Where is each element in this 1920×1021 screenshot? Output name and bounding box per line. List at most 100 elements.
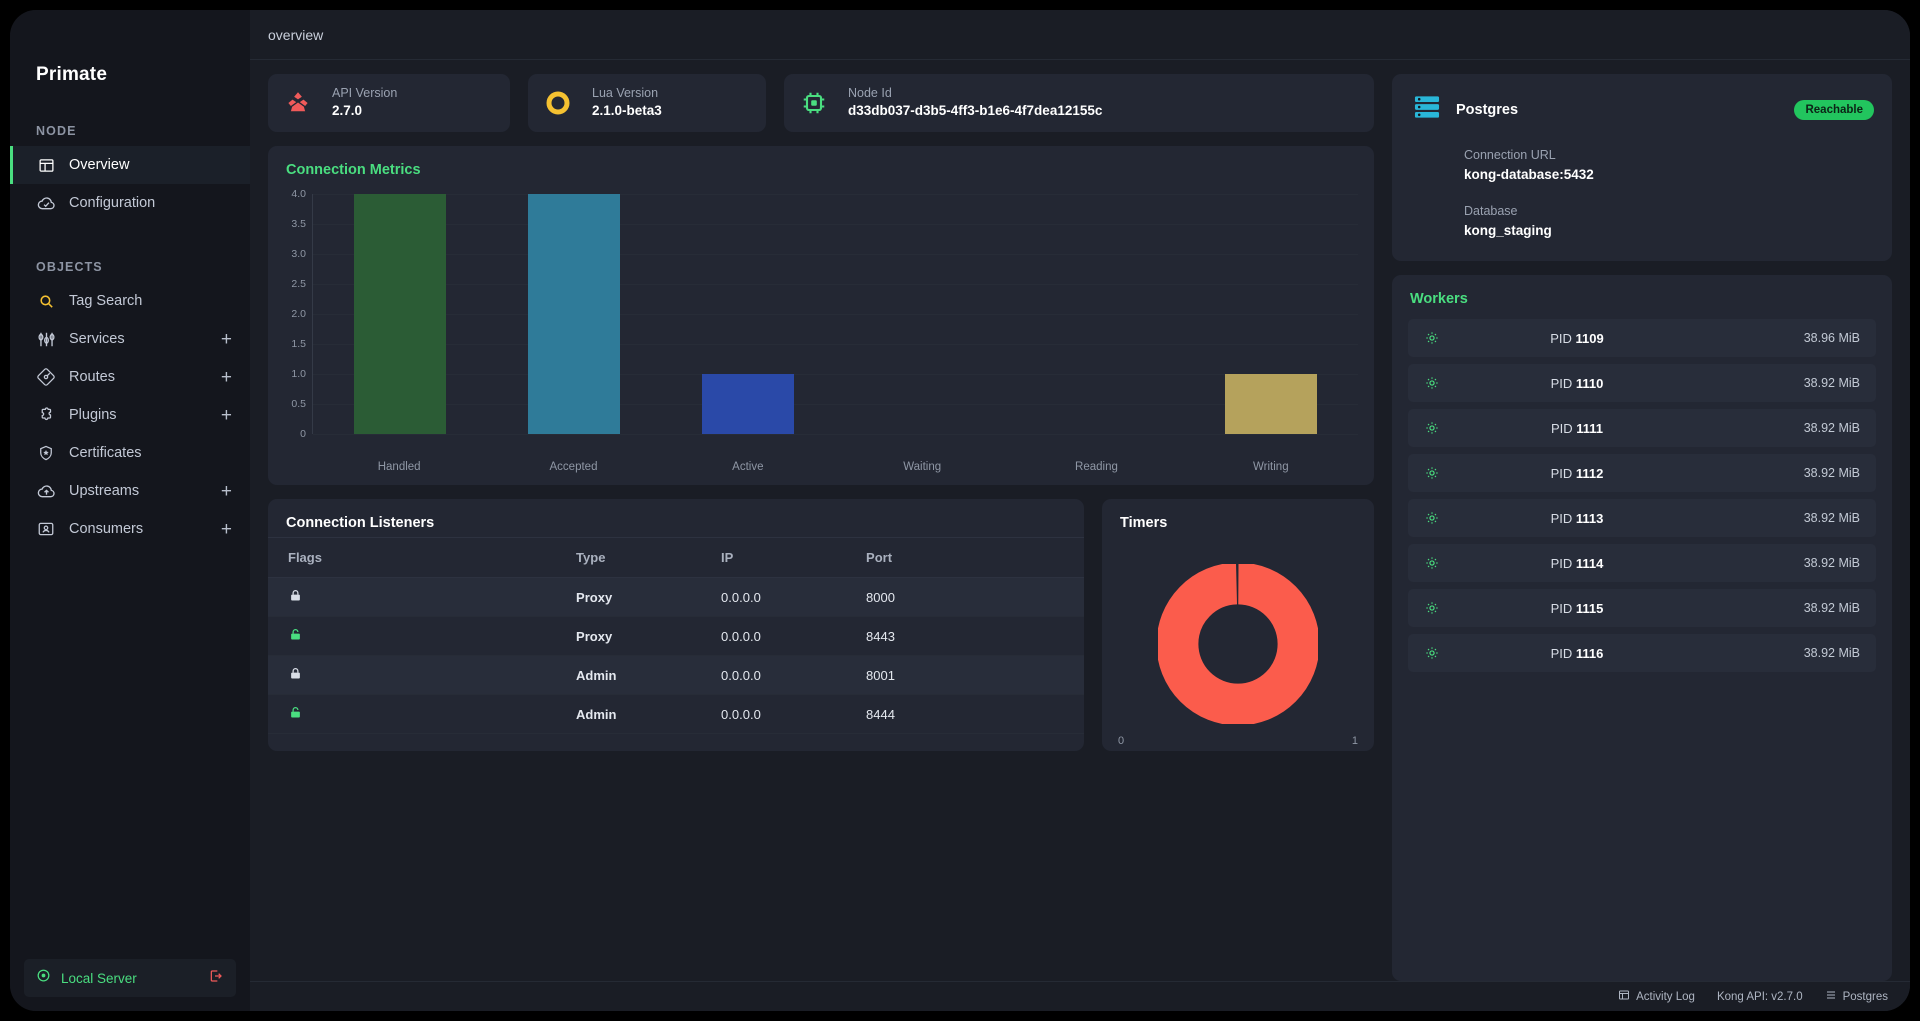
user-card-icon xyxy=(36,519,56,539)
gear-cog-icon xyxy=(1424,555,1444,571)
chart-x-axis: Handled Accepted Active Waiting Reading Writi… xyxy=(268,452,1374,473)
status-bar-item[interactable]: Postgres xyxy=(1825,989,1888,1004)
worker-memory: 38.92 MiB xyxy=(1803,421,1860,435)
logout-icon[interactable] xyxy=(208,968,224,989)
api-version-label: API Version xyxy=(332,86,398,101)
cell-ip: 0.0.0.0 xyxy=(711,655,857,695)
sidebar-item-plugins[interactable]: Plugins + xyxy=(10,396,250,434)
kong-logo-icon xyxy=(278,83,318,123)
worker-pid: PID 1111 xyxy=(1550,420,1604,436)
worker-row[interactable]: PID 1110 38.92 MiB xyxy=(1408,364,1876,402)
info-card-lua-version: Lua Version 2.1.0-beta3 xyxy=(528,74,766,132)
table-row[interactable]: Admin 0.0.0.0 8001 xyxy=(268,655,1084,695)
sidebar-item-upstreams[interactable]: Upstreams + xyxy=(10,472,250,510)
sidebar-item-tag-search[interactable]: Tag Search xyxy=(10,282,250,320)
workers-panel: Workers PID 1109 38.96 MiB PID 1110 38.92 M… xyxy=(1392,275,1892,981)
bar-slot xyxy=(1184,194,1358,434)
status-bar: Activity Log Kong API: v2.7.0 Postgres xyxy=(250,981,1910,1011)
sidebar-item-services-label: Services xyxy=(69,331,125,347)
cell-type: Admin xyxy=(566,694,712,734)
worker-row[interactable]: PID 1114 38.92 MiB xyxy=(1408,544,1876,582)
lua-version-value: 2.1.0-beta3 xyxy=(592,103,662,119)
database-small-icon xyxy=(1825,989,1837,1004)
bar xyxy=(354,194,447,434)
search-icon xyxy=(36,291,56,311)
worker-row[interactable]: PID 1111 38.92 MiB xyxy=(1408,409,1876,447)
y-tick: 1.0 xyxy=(291,368,306,380)
postgres-header: Postgres Reachable xyxy=(1410,90,1874,129)
table-row[interactable]: Proxy 0.0.0.0 8443 xyxy=(268,616,1084,656)
local-server-label: Local Server xyxy=(61,970,137,986)
breadcrumb: overview xyxy=(268,26,324,43)
postgres-field-connection-url: Connection URL kong-database:5432 xyxy=(1410,146,1874,185)
gear-cog-icon xyxy=(1424,465,1444,481)
table-row[interactable]: Admin 0.0.0.0 8444 xyxy=(268,694,1084,734)
lock-open-icon xyxy=(288,629,303,645)
donut-svg xyxy=(1158,564,1318,724)
add-upstream-button[interactable]: + xyxy=(221,482,232,501)
sidebar-item-routes[interactable]: Routes + xyxy=(10,358,250,396)
sidebar-item-overview[interactable]: Overview xyxy=(10,146,250,184)
bottom-row: Connection Listeners Flags Type IP Port … xyxy=(268,499,1374,751)
connection-listeners-title: Connection Listeners xyxy=(286,515,435,531)
status-bar-label: Activity Log xyxy=(1636,990,1695,1003)
worker-row[interactable]: PID 1112 38.92 MiB xyxy=(1408,454,1876,492)
y-tick: 1.5 xyxy=(291,338,306,350)
add-consumer-button[interactable]: + xyxy=(221,520,232,539)
brand-title: Primate xyxy=(36,64,108,85)
shield-star-icon xyxy=(36,443,56,463)
worker-row[interactable]: PID 1116 38.92 MiB xyxy=(1408,634,1876,672)
status-bar-item[interactable]: Activity Log xyxy=(1618,989,1695,1004)
column-flags: Flags xyxy=(268,537,567,578)
workers-list: PID 1109 38.96 MiB PID 1110 38.92 MiB PID 11… xyxy=(1392,313,1892,688)
gear-cog-icon xyxy=(1424,510,1444,526)
sidebar-section-objects-label: OBJECTS xyxy=(36,260,103,274)
y-tick: 4.0 xyxy=(291,188,306,200)
add-plugin-button[interactable]: + xyxy=(221,406,232,425)
sidebar-item-certificates[interactable]: Certificates xyxy=(10,434,250,472)
info-card-api-version: API Version 2.7.0 xyxy=(268,74,510,132)
sliders-icon xyxy=(36,329,56,349)
activity-log-icon xyxy=(1618,989,1630,1004)
bar xyxy=(702,374,795,434)
node-id-label: Node Id xyxy=(848,86,892,101)
database-value: kong_staging xyxy=(1464,222,1552,238)
column-type: Type xyxy=(566,537,712,578)
add-route-button[interactable]: + xyxy=(221,368,232,387)
status-bar-item[interactable]: Kong API: v2.7.0 xyxy=(1717,991,1803,1003)
sidebar-item-overview-label: Overview xyxy=(69,157,130,173)
sidebar-section-node-label: NODE xyxy=(36,124,77,138)
server-status-icon xyxy=(36,968,51,988)
cell-type: Proxy xyxy=(566,616,712,656)
gear-cog-icon xyxy=(1424,645,1444,661)
connection-listeners-panel: Connection Listeners Flags Type IP Port … xyxy=(268,499,1084,751)
lock-open-icon xyxy=(288,707,303,723)
worker-row[interactable]: PID 1115 38.92 MiB xyxy=(1408,589,1876,627)
app-window: Primate NODE Overview Configuration OBJE… xyxy=(10,10,1910,1011)
worker-memory: 38.92 MiB xyxy=(1803,601,1860,615)
sidebar-item-configuration[interactable]: Configuration xyxy=(10,184,250,222)
right-column: Postgres Reachable Connection URL kong-d… xyxy=(1392,74,1892,981)
table-row[interactable]: Proxy 0.0.0.0 8000 xyxy=(268,577,1084,617)
main-area: overview API Version 2.7.0 Lua Version 2… xyxy=(250,10,1910,1011)
content-area: API Version 2.7.0 Lua Version 2.1.0-beta… xyxy=(250,60,1910,981)
add-service-button[interactable]: + xyxy=(221,330,232,349)
y-tick: 0.5 xyxy=(291,398,306,410)
postgres-name: Postgres xyxy=(1456,101,1519,118)
topbar: overview xyxy=(250,10,1910,60)
worker-row[interactable]: PID 1109 38.96 MiB xyxy=(1408,319,1876,357)
x-tick-label: Active xyxy=(732,461,764,473)
local-server-status[interactable]: Local Server xyxy=(24,959,236,997)
node-id-value: d33db037-d3b5-4ff3-b1e6-4f7dea12155c xyxy=(848,103,1103,119)
connection-metrics-title: Connection Metrics xyxy=(286,162,421,178)
timers-label-right: 1 xyxy=(1351,735,1358,747)
worker-row[interactable]: PID 1113 38.92 MiB xyxy=(1408,499,1876,537)
bar-slot xyxy=(487,194,661,434)
worker-pid: PID 1115 xyxy=(1550,600,1604,616)
cell-flags xyxy=(268,694,567,734)
column-port: Port xyxy=(856,537,1084,578)
timers-title: Timers xyxy=(1120,515,1168,531)
sidebar-item-services[interactable]: Services + xyxy=(10,320,250,358)
sidebar-item-consumers[interactable]: Consumers + xyxy=(10,510,250,548)
status-badge: Reachable xyxy=(1794,99,1874,120)
